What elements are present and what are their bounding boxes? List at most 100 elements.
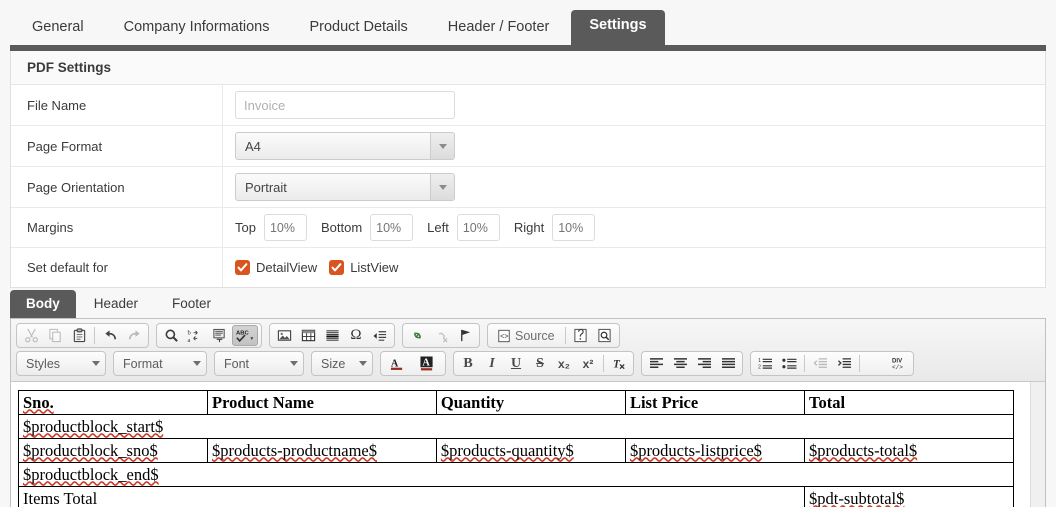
anchor-icon[interactable] — [454, 325, 476, 346]
margin-group: Top Bottom Left Right — [235, 214, 596, 241]
cut-icon[interactable] — [20, 325, 42, 346]
decrease-indent-icon[interactable] — [809, 353, 831, 374]
page-orientation-dropdown-button[interactable] — [430, 174, 454, 200]
background-color-icon[interactable]: A — [414, 353, 442, 374]
font-combo[interactable]: Font — [214, 351, 304, 376]
margin-top-input[interactable] — [263, 214, 307, 241]
tab-bar-strip — [10, 45, 1046, 51]
underline-icon[interactable]: U — [505, 353, 527, 374]
tab-header-footer[interactable]: Header / Footer — [430, 12, 568, 45]
format-combo[interactable]: Format — [113, 351, 207, 376]
subscript-icon[interactable]: x₂ — [553, 353, 575, 374]
copy-icon[interactable] — [44, 325, 66, 346]
cell-header-product-name[interactable]: Product Name — [207, 390, 437, 415]
cell-header-total[interactable]: Total — [804, 390, 1014, 415]
svg-text:b: b — [188, 330, 192, 337]
align-left-icon[interactable] — [645, 353, 667, 374]
row-margins: Margins Top Bottom Left Right — [11, 208, 1045, 248]
align-right-icon[interactable] — [693, 353, 715, 374]
select-all-icon[interactable] — [208, 325, 230, 346]
panel-title: PDF Settings — [11, 51, 1045, 85]
table-icon[interactable] — [297, 325, 319, 346]
unlink-icon[interactable] — [430, 325, 452, 346]
replace-icon[interactable]: ba — [184, 325, 206, 346]
page-format-dropdown-button[interactable] — [430, 133, 454, 159]
cell-header-list-price[interactable]: List Price — [624, 390, 806, 415]
margin-bottom-input[interactable] — [370, 214, 414, 241]
editor-tab-bar: Body Header Footer — [10, 290, 1046, 318]
cell-header-sno[interactable]: Sno. — [17, 390, 209, 415]
spell-check-icon[interactable]: ABC — [232, 325, 258, 346]
toolbar-row-1: ba ABC Ω <> Source — [16, 323, 1040, 348]
file-name-input[interactable] — [235, 91, 455, 119]
text-color-icon[interactable]: A — [384, 353, 412, 374]
label-margin-bottom: Bottom — [320, 220, 363, 235]
editor-scrollbar[interactable] — [1030, 382, 1045, 507]
tab-company-informations[interactable]: Company Informations — [106, 12, 288, 45]
cell-productblock-sno[interactable]: $productblock_sno$ — [17, 438, 209, 463]
cell-header-quantity[interactable]: Quantity — [435, 390, 626, 415]
align-justify-icon[interactable] — [717, 353, 739, 374]
undo-icon[interactable] — [99, 325, 121, 346]
link-icon[interactable] — [406, 325, 428, 346]
editor-tab-body[interactable]: Body — [10, 290, 76, 318]
bold-icon[interactable]: B — [457, 353, 479, 374]
cell-productblock-end[interactable]: $productblock_end$ — [18, 462, 1014, 487]
superscript-icon[interactable]: x² — [577, 353, 599, 374]
size-combo[interactable]: Size — [311, 351, 373, 376]
page-break-icon[interactable] — [369, 325, 391, 346]
tab-product-details[interactable]: Product Details — [291, 12, 425, 45]
label-margin-right: Right — [513, 220, 545, 235]
blockquote-icon[interactable] — [864, 353, 886, 374]
styles-combo[interactable]: Styles — [16, 351, 106, 376]
cell-products-total[interactable]: $products-total$ — [804, 438, 1014, 463]
bulleted-list-icon[interactable] — [778, 353, 800, 374]
numbered-list-icon[interactable]: 12 — [754, 353, 776, 374]
align-center-icon[interactable] — [669, 353, 691, 374]
editor-tab-header[interactable]: Header — [78, 290, 154, 318]
styles-combo-label: Styles — [26, 356, 61, 371]
image-icon[interactable] — [273, 325, 295, 346]
checkbox-detailview[interactable]: DetailView — [235, 260, 317, 275]
cell-items-total-label[interactable]: Items Total — [17, 486, 806, 507]
paste-icon[interactable] — [68, 325, 90, 346]
checkbox-listview-label: ListView — [350, 260, 399, 275]
editor-content-area[interactable]: Sno. Product Name Quantity List Price To… — [11, 382, 1045, 507]
cell-products-productname[interactable]: $products-productname$ — [207, 438, 437, 463]
margin-left-input[interactable] — [456, 214, 500, 241]
cell-productblock-start[interactable]: $productblock_start$ — [18, 414, 1014, 439]
svg-text:A: A — [422, 357, 430, 368]
main-tab-bar: General Company Informations Product Det… — [0, 0, 1056, 51]
table-row-header: Sno. Product Name Quantity List Price To… — [17, 390, 1014, 415]
editor-tab-footer[interactable]: Footer — [156, 290, 227, 318]
redo-icon[interactable] — [123, 325, 145, 346]
cell-pdt-subtotal[interactable]: $pdt-subtotal$ — [804, 486, 1014, 507]
remove-format-icon[interactable]: T — [608, 353, 630, 374]
table-row-productblock-end: $productblock_end$ — [18, 462, 1014, 487]
format-combo-label: Format — [123, 356, 163, 371]
special-character-icon[interactable]: Ω — [345, 325, 367, 346]
page-orientation-select[interactable]: Portrait — [235, 173, 455, 201]
cell-products-quantity[interactable]: $products-quantity$ — [435, 438, 626, 463]
cell-products-listprice[interactable]: $products-listprice$ — [624, 438, 806, 463]
toolbar-separator — [603, 355, 604, 372]
checkbox-listview[interactable]: ListView — [329, 260, 398, 275]
row-page-orientation: Page Orientation Portrait — [11, 167, 1045, 208]
increase-indent-icon[interactable] — [833, 353, 855, 374]
find-icon[interactable] — [160, 325, 182, 346]
label-margin-top: Top — [235, 220, 256, 235]
tab-settings[interactable]: Settings — [571, 10, 665, 45]
div-container-icon[interactable]: DIV </> — [888, 353, 910, 374]
paragraph-group: 12 DIV </> — [750, 351, 914, 376]
chevron-down-icon — [438, 184, 447, 190]
tab-general[interactable]: General — [14, 12, 102, 45]
preview-icon[interactable] — [594, 325, 616, 346]
horizontal-rule-icon[interactable] — [321, 325, 343, 346]
source-button[interactable]: <> Source — [491, 325, 561, 346]
svg-text:a: a — [188, 337, 191, 343]
italic-icon[interactable]: I — [481, 353, 503, 374]
margin-right-input[interactable] — [552, 214, 596, 241]
templates-icon[interactable] — [570, 325, 592, 346]
strikethrough-icon[interactable]: S — [529, 353, 551, 374]
page-format-select[interactable]: A4 — [235, 132, 455, 160]
